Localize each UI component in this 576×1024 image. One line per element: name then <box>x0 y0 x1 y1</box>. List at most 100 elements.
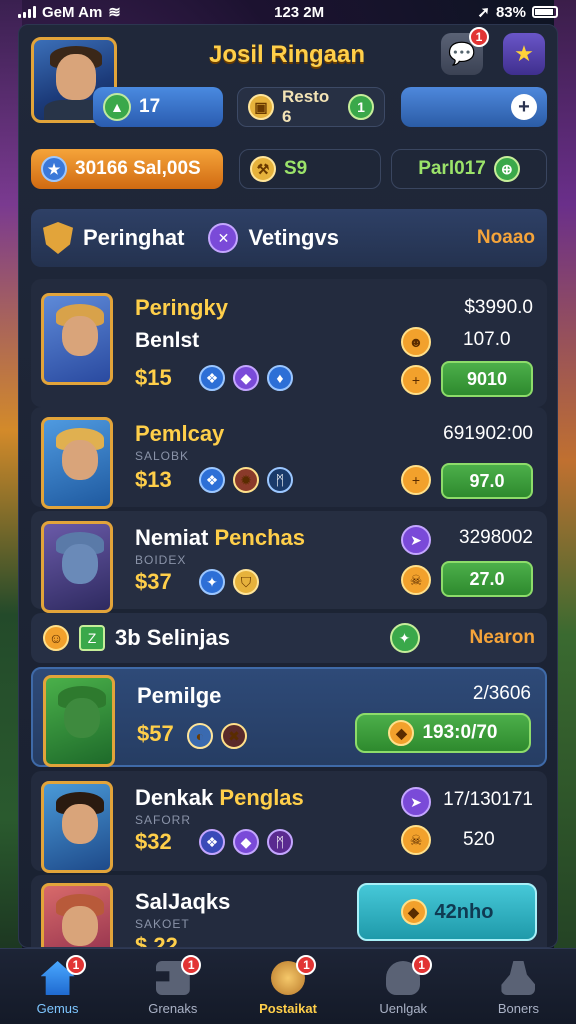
hero-top-value: 691902:00 <box>443 423 533 444</box>
hero-name: Denkak Penglas <box>135 785 304 811</box>
profile-icon <box>501 961 536 995</box>
coin-icon: ☻ <box>401 327 431 357</box>
nav-item-boners[interactable]: Boners <box>461 949 576 1024</box>
hero-portrait <box>43 675 115 767</box>
resource-pill[interactable]: ▣ Resto 6 1 <box>237 87 385 127</box>
hero-portrait <box>41 417 113 509</box>
hero-name: Pemlcay <box>135 421 225 446</box>
hero-row-highlighted[interactable]: Pemilge $57 ◐ ✖ 2/3606 ◆ 193:0/70 <box>31 667 547 767</box>
notification-badge: 1 <box>469 27 489 47</box>
hero-subtitle: Benlst <box>135 329 200 352</box>
shield-icon <box>43 222 73 254</box>
hero-portrait <box>41 293 113 385</box>
hero-mid-value: 520 <box>463 829 495 850</box>
chest-icon: ▣ <box>248 94 274 120</box>
battery-icon <box>532 6 558 18</box>
buy-button[interactable]: ◆ 193:0/70 <box>355 713 531 753</box>
nav-label: Boners <box>497 1001 540 1016</box>
location-icon: ➚ <box>477 4 490 21</box>
plus-coin-icon: + <box>401 465 431 495</box>
hero-portrait <box>41 883 113 947</box>
hero-row[interactable]: Denkak Penglas SAFORR $32 ❖ ◆ ᛗ ➤ 17/130… <box>31 771 547 873</box>
buy-button[interactable]: 27.0 <box>441 561 533 597</box>
hero-row[interactable]: SalJaqks SAKOET $ 22 ◆ 42nho <box>31 875 547 947</box>
carrier-label: GeM Am <box>42 3 103 21</box>
spell-icon: ➤ <box>401 787 431 817</box>
claim-button[interactable]: ◆ 42nho <box>357 883 537 941</box>
gem-value: S9 <box>284 158 308 179</box>
hero-subtitle: SAFORR <box>135 813 192 827</box>
nav-label: Uenlgak <box>379 1001 428 1016</box>
sparkle-icon: ✦ <box>389 623 420 653</box>
section-tabs: Peringhat ✕ Vetingvs Noaao <box>31 209 547 267</box>
hero-price: $15 <box>135 365 172 390</box>
hero-row[interactable]: Pemlcay SALOBK $13 ❖ ✹ ᛗ 691902:00 + 97.… <box>31 407 547 509</box>
hero-row[interactable]: Peringky Benlst $15 ❖ ◆ ♦ $3990.0 ☻ 107.… <box>31 279 547 407</box>
status-bar: GeM Am ≋ 123 2M ➚ 83% <box>0 0 576 24</box>
hero-top-value: 2/3606 <box>472 683 531 704</box>
gem-balance[interactable]: ⚒ S9 <box>239 149 381 189</box>
claim-button-label: 42nho <box>434 900 494 923</box>
gold-balance[interactable]: ★ 30166 Sal,00S <box>31 149 223 189</box>
wifi-icon: ≋ <box>108 4 121 21</box>
hero-subtitle: SALOBK <box>135 449 190 463</box>
nav-item-gemus[interactable]: 1 Gemus <box>0 949 115 1024</box>
hero-traits: ❖ ◆ ♦ <box>199 365 293 391</box>
swords-icon: ✕ <box>208 223 239 253</box>
hero-name-second: Penglas <box>219 785 304 810</box>
hero-traits: ◐ ✖ <box>187 723 247 749</box>
hero-top-value: 3298002 <box>459 527 533 548</box>
nav-item-uenlgak[interactable]: 1 Uenlgak <box>346 949 461 1024</box>
nav-badge: 1 <box>411 955 432 975</box>
hero-price: $13 <box>135 467 172 492</box>
nav-badge: 1 <box>296 955 317 975</box>
shield-small-icon: ⛉ <box>233 569 259 595</box>
wing-icon: ❖ <box>199 365 225 391</box>
green-currency-value: Parl017 <box>418 158 486 179</box>
tab-vetingvs[interactable]: Vetingvs <box>248 225 338 251</box>
claw-icon: ᛗ <box>267 829 293 855</box>
chat-icon: 💬 <box>448 41 476 66</box>
star-icon: ★ <box>514 41 534 66</box>
tab-peringhat[interactable]: Peringhat <box>83 225 184 251</box>
clock: 123 2M <box>274 3 325 21</box>
gem-icon: ♦ <box>267 365 293 391</box>
hero-traits: ❖ ◆ ᛗ <box>199 829 293 855</box>
cube-icon: ◆ <box>233 829 259 855</box>
level-up-icon: ▲ <box>103 93 131 121</box>
green-balance[interactable]: Parl017 ⊕ <box>391 149 547 189</box>
level-value: 17 <box>139 96 161 117</box>
fire-icon: ✹ <box>233 467 259 493</box>
hero-portrait <box>41 521 113 613</box>
resource-count: 1 <box>348 94 374 120</box>
hero-price: $57 <box>137 721 174 746</box>
nav-item-grenaks[interactable]: 1 Grenaks <box>115 949 230 1024</box>
buy-button[interactable]: 97.0 <box>441 463 533 499</box>
wing-icon: ❖ <box>199 467 225 493</box>
section-link[interactable]: Noaao <box>477 227 535 249</box>
notifications-button[interactable]: 💬 1 <box>441 27 489 75</box>
star-currency-icon: ★ <box>41 156 67 182</box>
axe-icon: ✖ <box>221 723 247 749</box>
hero-name-second: Penchas <box>214 525 305 550</box>
buy-button[interactable]: 9010 <box>441 361 533 397</box>
buy-button-label: 193:0/70 <box>422 722 498 743</box>
nav-label: Grenaks <box>148 1001 198 1016</box>
hero-traits: ❖ ✹ ᛗ <box>199 467 293 493</box>
skull-coin-icon: ☠ <box>401 825 431 855</box>
hero-price: $32 <box>135 829 172 854</box>
hero-name: Nemiat Penchas <box>135 525 305 551</box>
add-currency-button[interactable]: + <box>401 87 547 127</box>
hero-subtitle: SAKOET <box>135 917 190 931</box>
hero-name: Peringky <box>135 295 228 320</box>
nav-label: Postaikat <box>259 1001 317 1016</box>
nav-item-postaikat[interactable]: 1 Postaikat <box>230 949 345 1024</box>
level-pill[interactable]: ▲ 17 <box>93 87 223 127</box>
spell-icon: ➤ <box>401 525 431 555</box>
favorites-button[interactable]: ★ <box>503 33 545 75</box>
hero-row[interactable]: Nemiat Penchas BOIDEX $37 ✦ ⛉ ➤ 3298002 … <box>31 511 547 613</box>
section-selinjas: ☺ Z 3b Selinjas ✦ Nearon <box>31 613 547 663</box>
section-link[interactable]: Nearon <box>470 627 535 649</box>
nav-label: Gemus <box>36 1001 79 1016</box>
cube-icon: ◆ <box>233 365 259 391</box>
